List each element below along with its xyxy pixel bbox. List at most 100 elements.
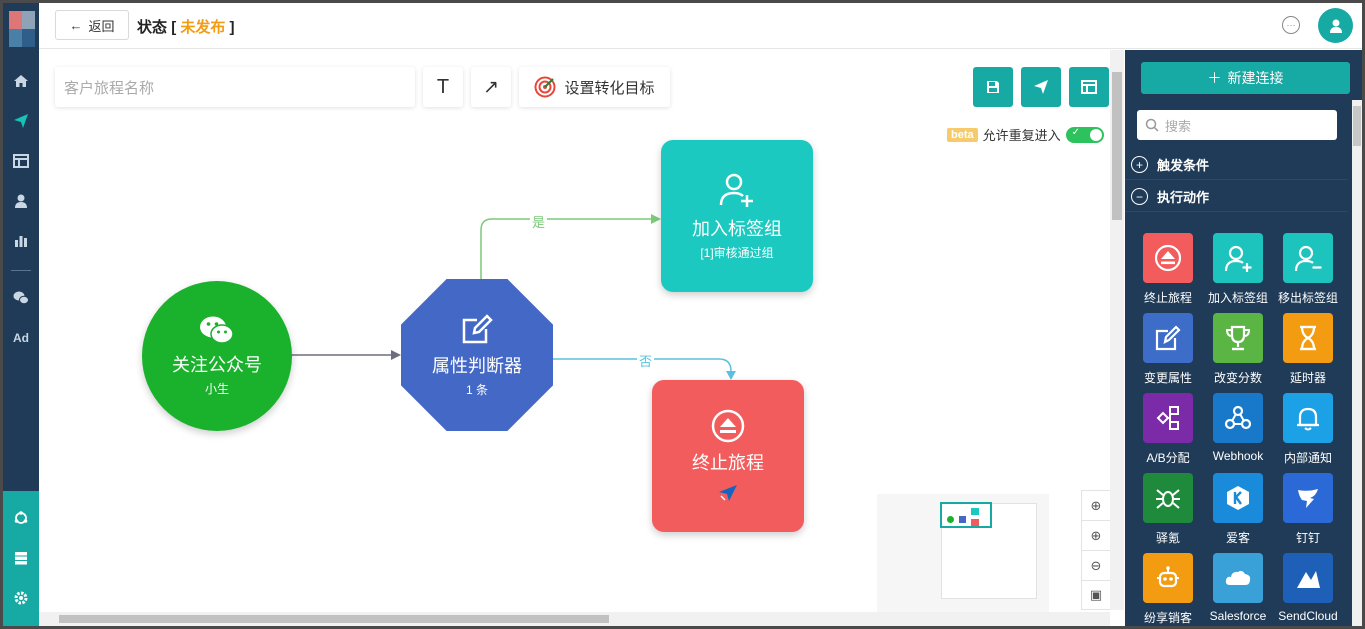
arrow-left-icon: ← <box>69 17 83 33</box>
ab-icon <box>1156 406 1179 430</box>
nav-divider <box>11 270 31 271</box>
minimap-frame <box>940 502 992 528</box>
action-tile-label: 爱客 <box>1225 531 1250 545</box>
status-bracket-close: ] <box>229 19 235 36</box>
search-input[interactable]: 搜索 <box>1137 110 1337 140</box>
user-icon[interactable] <box>3 186 39 216</box>
user-plus-icon <box>719 173 753 207</box>
bar-chart-icon[interactable] <box>3 226 39 256</box>
action-tile-label: 终止旅程 <box>1143 291 1192 305</box>
auto-layout-button[interactable]: ▣ <box>1081 580 1111 610</box>
section-actions[interactable]: − 执行动作 <box>1125 182 1348 212</box>
action-tile-icon-box <box>1143 393 1193 443</box>
action-tile-label: Webhook <box>1212 449 1264 463</box>
plus-circle-icon: + <box>1131 156 1148 173</box>
user-icon <box>1329 19 1342 33</box>
ad-icon[interactable]: Ad <box>3 323 39 353</box>
avatar[interactable] <box>1318 8 1353 43</box>
user-plus-icon <box>1224 245 1252 272</box>
start-node[interactable]: 关注公众号 小生 <box>142 281 292 431</box>
action-tile[interactable]: 移出标签组 <box>1273 233 1343 313</box>
new-connection-button[interactable]: ＋ 新建连接 <box>1141 62 1350 94</box>
no-branch-label: 否 <box>637 351 655 370</box>
search-placeholder: 搜索 <box>1165 118 1192 134</box>
action-tile-label: 加入标签组 <box>1207 291 1268 305</box>
zoom-out-button[interactable]: ⊖ <box>1081 550 1111 580</box>
chat-icon[interactable]: ··· <box>1282 16 1300 34</box>
action-tile-label: 驿氪 <box>1155 531 1180 545</box>
action-tile[interactable]: 爱客 <box>1203 473 1273 553</box>
action-tile[interactable]: 驿氪 <box>1133 473 1203 553</box>
layout-icon[interactable] <box>3 146 39 176</box>
title-text: 状态 <box>137 19 168 36</box>
zoom-in-button[interactable]: ⊕ <box>1081 520 1111 550</box>
action-tile[interactable]: 钉钉 <box>1273 473 1343 553</box>
action-tile-icon-box <box>1283 473 1333 523</box>
robot-icon <box>1157 566 1179 588</box>
action-tile[interactable]: 终止旅程 <box>1133 233 1203 313</box>
action-tile[interactable]: Webhook <box>1203 393 1273 473</box>
minimap-start-node <box>947 516 954 523</box>
minus-circle-icon: − <box>1131 188 1148 205</box>
panel-scrollbar[interactable] <box>1352 100 1362 626</box>
canvas-vertical-scrollbar[interactable] <box>1110 50 1124 610</box>
network-icon[interactable] <box>3 503 39 533</box>
action-tile-label: SendCloud <box>1278 609 1338 623</box>
section-triggers-label: 触发条件 <box>1157 158 1210 173</box>
wechat-icon <box>200 316 234 344</box>
action-tile[interactable]: 内部通知 <box>1273 393 1343 473</box>
new-connection-label: 新建连接 <box>1227 70 1284 86</box>
action-tile[interactable]: 纷享销客 <box>1133 553 1203 626</box>
action-tile-icon-box <box>1143 233 1193 283</box>
decision-node-subtitle: 1 条 <box>465 383 488 397</box>
minimap-decision-node <box>959 516 966 523</box>
zoom-in-icon: ⊕ <box>1090 527 1102 543</box>
section-triggers[interactable]: + 触发条件 <box>1125 150 1348 180</box>
trophy-icon <box>1225 325 1251 351</box>
home-icon[interactable] <box>3 66 39 96</box>
wechat-icon[interactable] <box>3 283 39 313</box>
action-tile-label: 钉钉 <box>1295 531 1320 545</box>
minimap-viewport <box>940 502 1037 599</box>
left-nav: Ad <box>3 3 39 626</box>
nav-bottom-group <box>3 491 39 626</box>
bell-icon <box>1297 407 1319 431</box>
component-panel: ＋ 新建连接 搜索 + 触发条件 − 执行动作 终止旅程 加入标签组 移出标签组变更… <box>1125 50 1362 626</box>
zoom-controls: ⊕ ⊕ ⊖ ▣ <box>1081 490 1111 610</box>
action-tile[interactable]: A/B分配 <box>1133 393 1203 473</box>
back-label: 返回 <box>88 18 115 34</box>
robot-icon: ▣ <box>1089 587 1103 602</box>
edit-icon <box>1155 325 1181 351</box>
action-tile-icon-box <box>1213 473 1263 523</box>
action-tile[interactable]: 加入标签组 <box>1203 233 1273 313</box>
app-window: Ad ← 返回 状态 [ 未发布 ] ··· 客户旅程名称 T ↗ 设置转化目标… <box>3 3 1362 626</box>
action-tile[interactable]: 改变分数 <box>1203 313 1273 393</box>
canvas-horizontal-scrollbar[interactable] <box>39 612 1110 626</box>
status-badge: 未发布 <box>180 19 226 36</box>
add-tag-node[interactable]: 加入标签组 [1]审核通过组 <box>661 140 813 292</box>
k-icon <box>1227 486 1249 510</box>
sendcloud-icon <box>1297 571 1320 588</box>
decision-node-title: 属性判断器 <box>432 356 522 376</box>
minimap-end-node <box>971 519 979 526</box>
action-tile[interactable]: 变更属性 <box>1133 313 1203 393</box>
gear-icon[interactable] <box>3 583 39 613</box>
action-tile-icon-box <box>1283 393 1333 443</box>
app-logo <box>9 11 35 47</box>
action-tile[interactable]: 延时器 <box>1273 313 1343 393</box>
end-node[interactable]: 终止旅程 <box>652 380 804 532</box>
cloud-icon <box>1225 570 1251 585</box>
locate-button[interactable]: ⊕ <box>1081 490 1111 520</box>
server-icon[interactable] <box>3 543 39 573</box>
minimap[interactable] <box>877 494 1049 612</box>
start-node-title: 关注公众号 <box>172 355 262 375</box>
user-minus-icon <box>1294 245 1322 272</box>
action-tile-label: 移出标签组 <box>1277 291 1338 305</box>
send-icon[interactable] <box>3 106 39 136</box>
eject-icon <box>1154 244 1182 272</box>
action-tile[interactable]: Salesforce <box>1203 553 1273 626</box>
back-button[interactable]: ← 返回 <box>55 10 129 40</box>
flow-canvas[interactable]: 客户旅程名称 T ↗ 设置转化目标 beta 允许重复进入 ✓ 是 否 关注公众… <box>39 50 1124 626</box>
action-tile[interactable]: SendCloud <box>1273 553 1343 626</box>
webhook-icon <box>1224 405 1252 430</box>
